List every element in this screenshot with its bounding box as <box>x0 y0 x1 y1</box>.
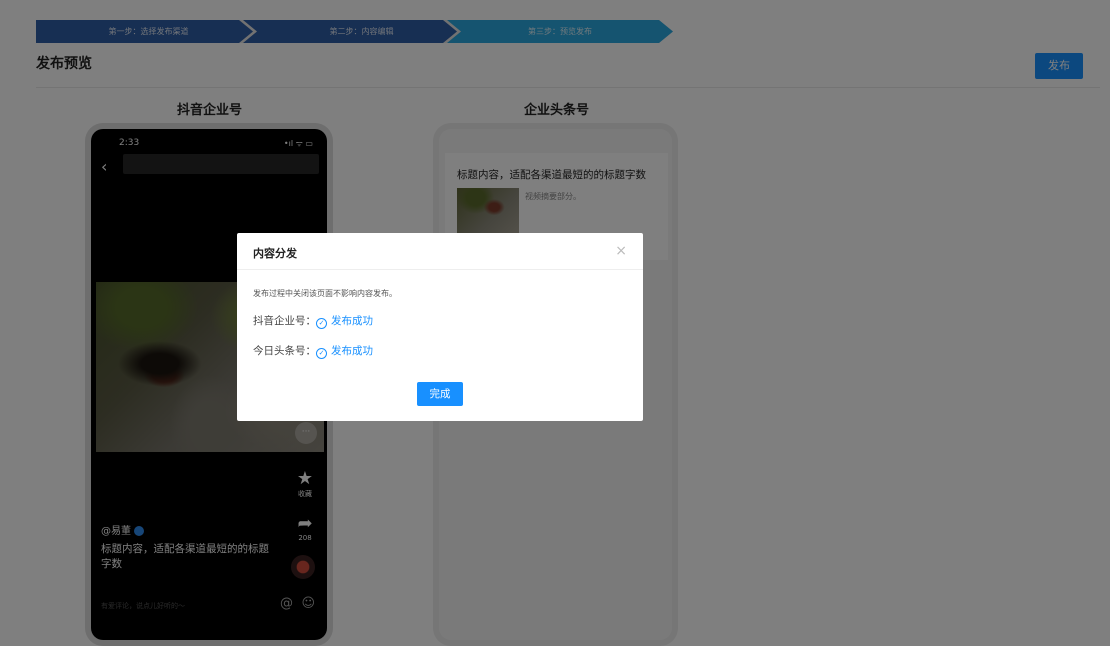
check-circle-icon: ✓ <box>316 348 327 359</box>
result-channel: 今日头条号： <box>253 345 316 357</box>
result-status: 发布成功 <box>331 345 373 357</box>
dialog-title: 内容分发 <box>253 247 297 260</box>
result-channel: 抖音企业号： <box>253 315 316 327</box>
done-button[interactable]: 完成 <box>417 382 463 406</box>
dialog-header: 内容分发 × <box>237 233 643 270</box>
close-icon[interactable]: × <box>615 243 627 259</box>
result-row-douyin: 抖音企业号： ✓ 发布成功 <box>253 313 373 329</box>
result-status: 发布成功 <box>331 315 373 327</box>
check-circle-icon: ✓ <box>316 318 327 329</box>
dialog-note: 发布过程中关闭该页面不影响内容发布。 <box>253 289 397 298</box>
result-row-toutiao: 今日头条号： ✓ 发布成功 <box>253 343 373 359</box>
distribution-dialog: 内容分发 × 发布过程中关闭该页面不影响内容发布。 抖音企业号： ✓ 发布成功 今日… <box>237 233 643 421</box>
